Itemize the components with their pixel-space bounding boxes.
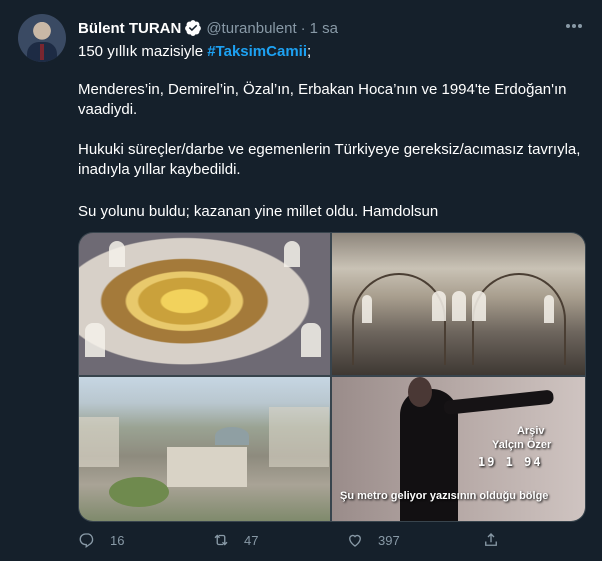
separator-dot: · <box>300 19 306 37</box>
building-shape <box>79 417 119 467</box>
reply-count: 16 <box>110 532 125 548</box>
share-icon <box>485 533 497 546</box>
reply-icon <box>79 533 94 549</box>
building-shape <box>167 447 247 487</box>
tweet-paragraph-2: Menderes’in, Demirel’in, Özal’ın, Erbaka… <box>78 81 567 118</box>
share-button[interactable] <box>482 528 514 552</box>
retweet-icon <box>214 534 228 546</box>
footage-caption: Şu metro geliyor yazısının olduğu bölge <box>340 490 549 502</box>
author-name[interactable]: Bülent TURAN <box>78 20 181 37</box>
window-shape <box>109 241 125 267</box>
window-shape <box>432 291 446 321</box>
source-label: Yalçın Özer <box>492 439 552 451</box>
archive-label: Arşiv <box>517 425 545 437</box>
more-dots-icon <box>566 24 582 28</box>
text-prefix: 150 yıllık mazisiyle <box>78 43 208 60</box>
window-shape <box>362 295 372 323</box>
media-image-prayer-hall[interactable] <box>332 233 585 375</box>
avatar-tie <box>40 44 44 60</box>
avatar[interactable] <box>18 14 66 62</box>
media-image-aerial-square[interactable] <box>79 377 330 521</box>
like-count: 397 <box>378 532 400 548</box>
media-image-dome-interior[interactable] <box>79 233 330 375</box>
media-image-archive-footage[interactable]: Arşiv Yalçın Özer 19 1 94 Şu metro geliy… <box>332 377 585 521</box>
building-shape <box>269 407 329 467</box>
media-grid: Arşiv Yalçın Özer 19 1 94 Şu metro geliy… <box>78 232 586 522</box>
more-icon[interactable] <box>560 15 588 37</box>
action-bar: 16 47 397 <box>78 528 498 552</box>
author-handle[interactable]: @turanbulent <box>206 20 296 37</box>
window-shape <box>544 295 554 323</box>
tweet-timestamp[interactable]: 1 sa <box>310 20 338 37</box>
date-label: 19 1 94 <box>478 455 543 469</box>
tweet-card[interactable]: Bülent TURAN @turanbulent · 1 sa 150 yıl… <box>0 0 602 561</box>
window-shape <box>284 241 300 267</box>
heart-icon <box>349 534 361 547</box>
like-button[interactable]: 397 <box>346 528 400 552</box>
tweet-line-1: 150 yıllık mazisiyle #TaksimCamii; <box>78 42 311 62</box>
window-shape <box>472 291 486 321</box>
verified-badge-icon <box>185 20 202 36</box>
reply-button[interactable]: 16 <box>78 528 124 552</box>
person-head <box>408 377 432 407</box>
park-shape <box>109 477 169 507</box>
tweet-paragraph-3: Hukuki süreçler/darbe ve egemenlerin Tür… <box>78 141 581 178</box>
text-suffix: ; <box>307 43 312 60</box>
dome-shape <box>215 427 249 445</box>
person-arm <box>443 389 555 415</box>
tweet-header: Bülent TURAN @turanbulent · 1 sa <box>78 18 338 38</box>
window-shape <box>85 323 105 357</box>
retweet-button[interactable]: 47 <box>212 528 258 552</box>
retweet-count: 47 <box>244 532 259 548</box>
tweet-paragraph-4: Su yolunu buldu; kazanan yine millet old… <box>78 203 439 220</box>
window-shape <box>452 291 466 321</box>
hashtag-link[interactable]: #TaksimCamii <box>207 43 307 60</box>
window-shape <box>301 323 321 357</box>
